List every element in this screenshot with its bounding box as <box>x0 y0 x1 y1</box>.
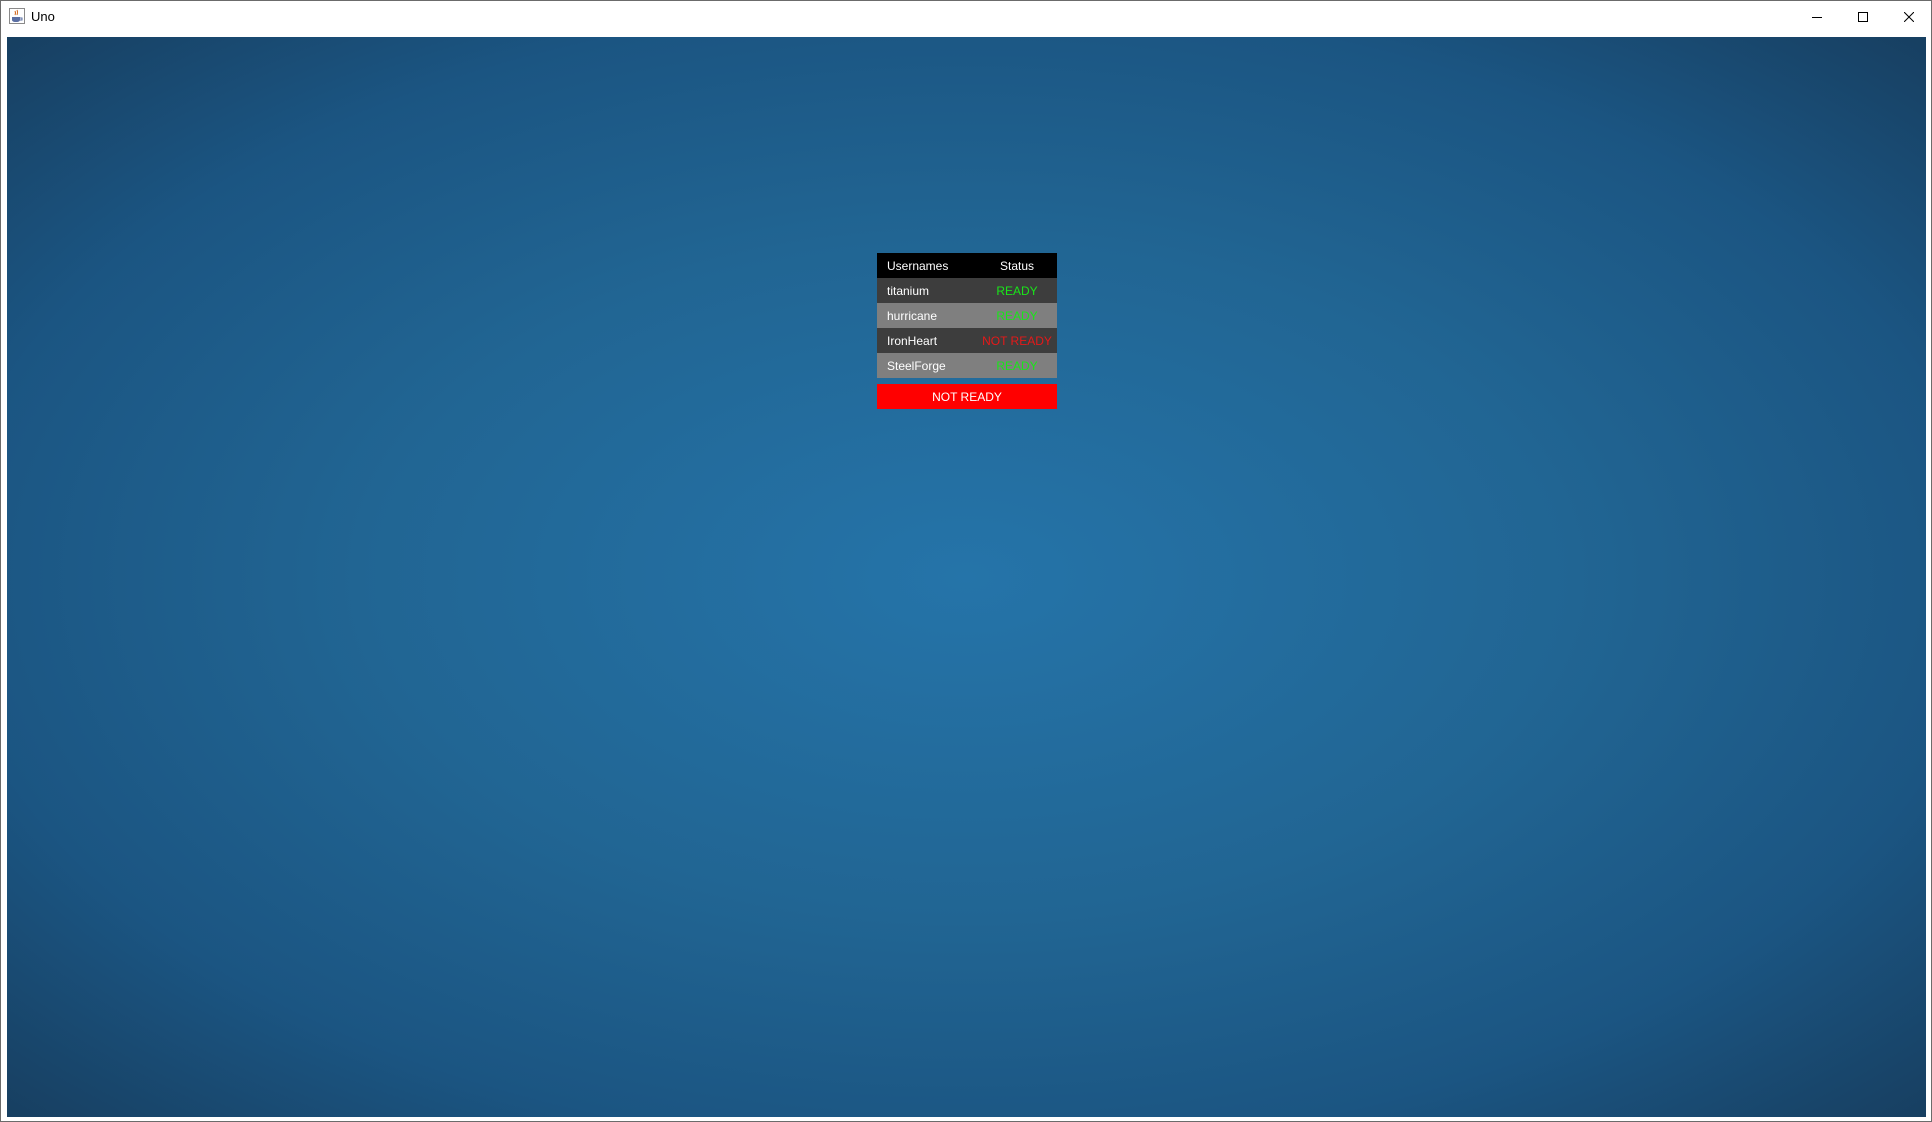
player-status: READY <box>996 283 1038 298</box>
usernames-column-header: Usernames <box>877 253 977 278</box>
maximize-button[interactable] <box>1840 1 1886 32</box>
table-row: IronHeart NOT READY <box>877 328 1057 353</box>
table-header-row: Usernames Status <box>877 253 1057 278</box>
table-row: SteelForge READY <box>877 353 1057 378</box>
table-row: titanium READY <box>877 278 1057 303</box>
minimize-button[interactable] <box>1794 1 1840 32</box>
window-title: Uno <box>31 9 55 24</box>
player-status: NOT READY <box>982 333 1052 348</box>
title-bar[interactable]: Uno <box>1 1 1931 32</box>
table-row: hurricane READY <box>877 303 1057 328</box>
player-username: SteelForge <box>887 358 946 373</box>
close-button[interactable] <box>1886 1 1932 32</box>
lobby-panel: Usernames Status titanium READY hurrican… <box>877 253 1057 409</box>
player-status: READY <box>996 308 1038 323</box>
status-column-header: Status <box>977 253 1057 278</box>
app-window: Uno Usernames Status titanium READY hurr… <box>0 0 1932 1122</box>
player-status: READY <box>996 358 1038 373</box>
players-table: Usernames Status titanium READY hurrican… <box>877 253 1057 378</box>
maximize-icon <box>1858 11 1868 22</box>
player-username: IronHeart <box>887 333 938 348</box>
player-username: hurricane <box>887 308 938 323</box>
game-canvas: Usernames Status titanium READY hurrican… <box>7 37 1926 1117</box>
ready-toggle-button[interactable]: NOT READY <box>877 384 1057 409</box>
close-icon <box>1904 11 1914 22</box>
minimize-icon <box>1812 16 1822 18</box>
java-cup-icon <box>9 8 25 24</box>
player-username: titanium <box>887 283 930 298</box>
